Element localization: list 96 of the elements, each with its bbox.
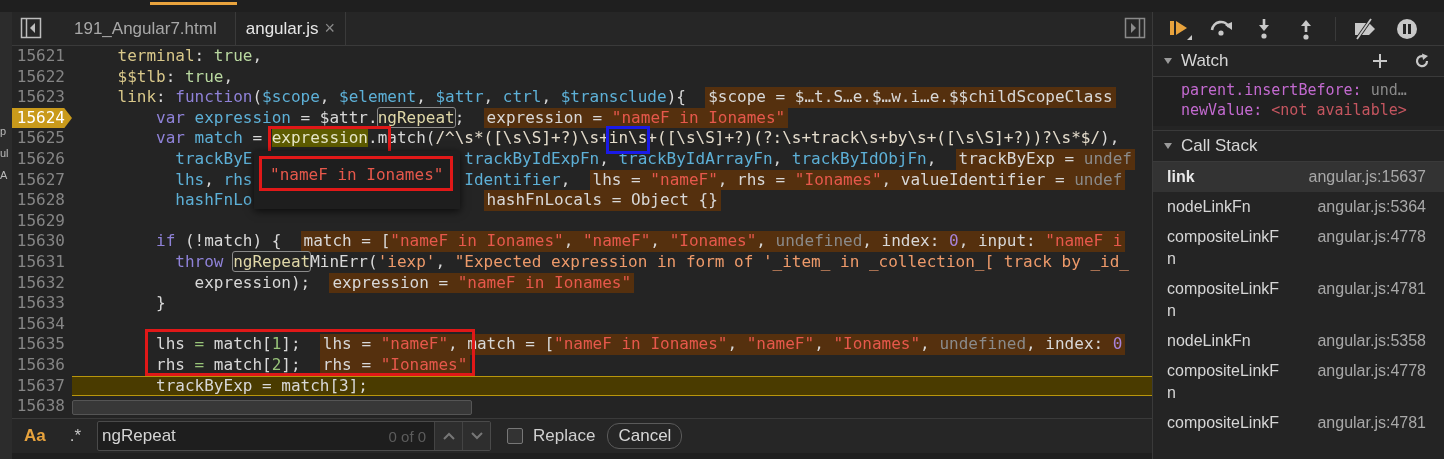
line-number[interactable]: 15633: [12, 293, 72, 314]
inline-value: match = ["nameF in Ionames", "nameF", "Ionames", undefined, index: 0, input: "nameF i: [300, 231, 1126, 252]
regex-toggle[interactable]: .*: [63, 426, 88, 446]
match-case-toggle[interactable]: Aa: [18, 426, 52, 446]
code-text: trackByE: [175, 148, 253, 170]
code-text: throw ngRepeatMinErr('iexp', "Expected expression in form of '_item_ in _collection_[ track by _id_: [175, 251, 1129, 273]
line-number[interactable]: 15630: [12, 231, 72, 252]
watch-value: und…: [1370, 81, 1407, 99]
source-location: angular.js:4778: [1317, 361, 1426, 381]
line-number[interactable]: 15624: [12, 107, 72, 129]
line-number[interactable]: 15628: [12, 190, 72, 211]
inline-value: hashFnLocals = Object {}: [483, 190, 721, 211]
code-text: terminal: true,: [117, 46, 263, 67]
code-text: trackByExp = match[3];: [156, 375, 368, 397]
chevron-up-icon: [441, 431, 456, 441]
inline-value: $scope = $…t.S…e.$…w.i…e.$$childScopeClass: [705, 87, 1116, 108]
call-stack-frame[interactable]: compositeLinkF angular.js:4781: [1153, 408, 1444, 438]
expand-triangle-icon[interactable]: [1163, 56, 1173, 66]
add-icon[interactable]: [1372, 53, 1388, 69]
match-count: 0 of 0: [388, 427, 427, 445]
inline-value: expression = "nameF in Ionames": [329, 272, 635, 294]
code-text: link: function($scope, $element, $attr, ctrl, $transclude){: [117, 87, 686, 108]
value-popover: "nameF in Ionames": [254, 151, 460, 209]
expand-triangle-icon[interactable]: [1163, 141, 1173, 151]
search-field[interactable]: ngRepeat 0 of 0: [97, 421, 492, 451]
source-location: angular.js:15637: [1308, 167, 1426, 187]
line-number[interactable]: 15634: [12, 313, 72, 335]
code-text: lhs = match[1];: [156, 334, 301, 355]
inline-value: lhs = "nameF", rhs = "Ionames", valueIdentifier = undef: [589, 169, 1126, 191]
call-stack-frame[interactable]: compositeLinkFn angular.js:4781: [1153, 274, 1444, 326]
code-text: Identifier,: [464, 169, 571, 191]
line-number[interactable]: 15625: [12, 128, 72, 149]
code-text: trackByIdExpFn, trackByIdArrayFn, trackByIdObjFn,: [464, 148, 937, 170]
watch-expression: newValue:: [1181, 101, 1263, 119]
function-name: compositeLinkFn: [1167, 279, 1281, 321]
refresh-icon[interactable]: [1414, 53, 1430, 69]
file-tab[interactable]: 191_Angular7.html: [56, 12, 235, 45]
call-stack-frame[interactable]: nodeLinkFn angular.js:5364: [1153, 192, 1444, 222]
function-name: nodeLinkFn: [1167, 197, 1252, 217]
line-number[interactable]: 15636: [12, 354, 72, 376]
line-number[interactable]: 15632: [12, 272, 72, 294]
code-text: }: [156, 293, 166, 314]
call-stack-frame[interactable]: nodeLinkFn angular.js:5358: [1153, 326, 1444, 356]
call-stack-frame[interactable]: compositeLinkFn angular.js:4778: [1153, 356, 1444, 408]
call-stack-frame[interactable]: link angular.js:15637: [1153, 162, 1444, 192]
debugger-toggle-icon[interactable]: [1124, 17, 1146, 39]
line-number[interactable]: 15621: [12, 46, 72, 67]
panel-text-fragment: p: [0, 124, 8, 138]
code-text: lhs, rhs: [175, 169, 253, 191]
source-location: angular.js:5364: [1317, 197, 1426, 217]
code-text: if (!match) {: [156, 231, 282, 252]
horizontal-scrollbar[interactable]: [72, 400, 472, 415]
cancel-button[interactable]: Cancel: [607, 423, 683, 449]
call-stack-frame[interactable]: compositeLinkFn angular.js:4778: [1153, 222, 1444, 274]
function-name: compositeLinkFn: [1167, 361, 1281, 403]
line-number[interactable]: 15626: [12, 148, 72, 170]
section-title[interactable]: Call Stack: [1181, 136, 1258, 156]
code-text: rhs = match[2];: [156, 354, 301, 376]
previous-match-button[interactable]: [434, 422, 463, 450]
line-number[interactable]: 15637: [12, 375, 72, 397]
source-location: angular.js:5358: [1317, 331, 1426, 351]
search-input[interactable]: ngRepeat: [98, 425, 389, 447]
function-name: nodeLinkFn: [1167, 331, 1252, 351]
source-location: angular.js:4778: [1317, 227, 1426, 247]
replace-checkbox[interactable]: [507, 428, 524, 444]
inline-value: expression = "nameF in Ionames": [483, 107, 789, 129]
source-location: angular.js:4781: [1317, 413, 1426, 433]
inline-value: trackByExp = undef: [955, 148, 1135, 170]
function-name: link: [1167, 167, 1196, 187]
code-text: $$tlb: true,: [117, 66, 234, 88]
chevron-down-icon: [469, 431, 484, 441]
line-number[interactable]: 15635: [12, 334, 72, 355]
watch-value: <not available>: [1271, 101, 1407, 119]
line-number[interactable]: 15638: [12, 396, 72, 417]
code-text: var expression = $attr.ngRepeat;: [156, 107, 465, 129]
line-number[interactable]: 15631: [12, 251, 72, 273]
deactivate-breakpoints-icon[interactable]: [1352, 16, 1378, 41]
line-number[interactable]: 15622: [12, 66, 72, 88]
panel-text-fragment: ul: [0, 146, 10, 160]
line-number[interactable]: 15629: [12, 210, 72, 232]
section-title[interactable]: Watch: [1181, 51, 1229, 71]
line-number[interactable]: 15627: [12, 169, 72, 191]
sidebar-toggle-icon[interactable]: [20, 17, 42, 39]
code-text: expression);: [194, 272, 311, 294]
close-icon[interactable]: ×: [324, 18, 335, 39]
function-name: compositeLinkF: [1167, 413, 1281, 433]
pause-on-exceptions-icon[interactable]: [1394, 16, 1420, 41]
next-match-button[interactable]: [462, 422, 491, 450]
function-name: compositeLinkFn: [1167, 227, 1281, 269]
line-number[interactable]: 15623: [12, 87, 72, 108]
file-tab[interactable]: angular.js ×: [234, 12, 346, 45]
code-text: hashFnLo: [175, 190, 253, 211]
replace-label: Replace: [533, 426, 596, 446]
source-location: angular.js:4781: [1317, 279, 1426, 299]
watch-expression: parent.insertBefore:: [1181, 81, 1362, 99]
panel-text-fragment: A: [0, 168, 9, 182]
